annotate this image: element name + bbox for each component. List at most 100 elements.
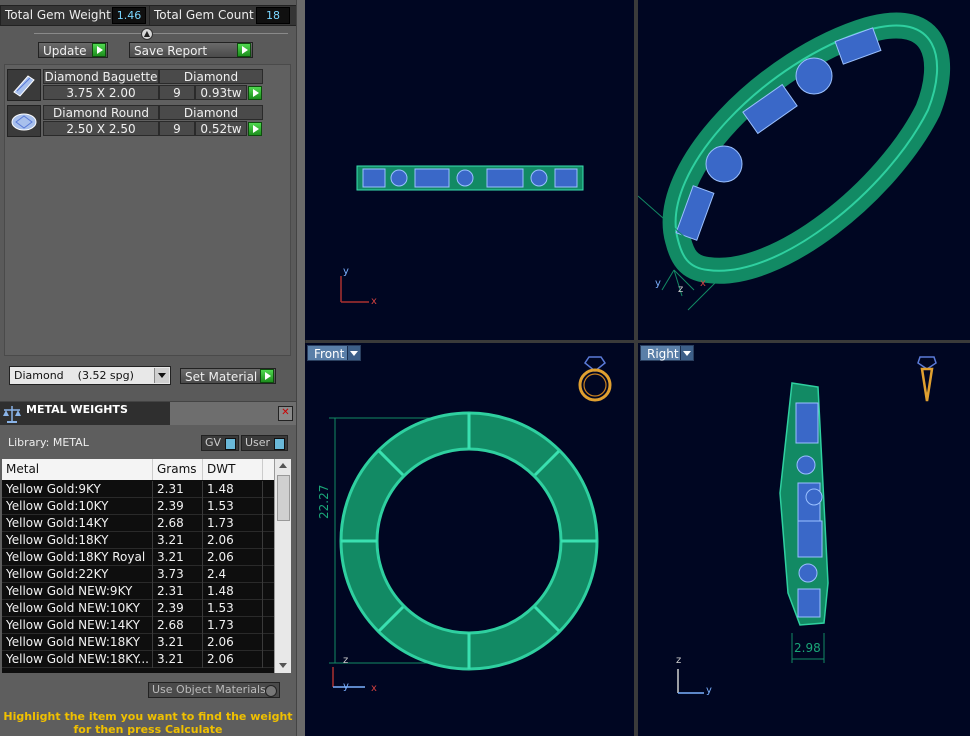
metal-cell: Yellow Gold:22KY [2, 566, 153, 583]
axis-z-label: z [676, 655, 682, 666]
table-header: Metal Grams DWT [2, 459, 274, 480]
table-row[interactable]: Yellow Gold NEW:18KY... 3.21 2.06 [2, 651, 274, 668]
gem-name: Diamond Baguette [43, 69, 159, 84]
grams-cell: 2.31 [153, 583, 203, 600]
scroll-down-icon[interactable] [275, 659, 291, 673]
grams-cell: 3.73 [153, 566, 203, 583]
close-icon[interactable]: ✕ [278, 406, 293, 421]
metal-cell: Yellow Gold:9KY [2, 481, 153, 498]
set-material-play-icon[interactable] [260, 369, 274, 383]
table-scrollbar[interactable] [274, 459, 291, 673]
axis-x-label: x [700, 278, 706, 289]
gem-size: 3.75 X 2.00 [43, 85, 159, 100]
table-row[interactable]: Yellow Gold:22KY 3.73 2.4 [2, 566, 274, 583]
gem-material: Diamond [159, 105, 263, 120]
gem-detail-play-icon[interactable] [248, 122, 262, 136]
table-row[interactable]: Yellow Gold NEW:18KY 3.21 2.06 [2, 634, 274, 651]
save-report-button[interactable]: Save Report [129, 42, 253, 58]
viewport-front[interactable]: Front 22.27 z y x [305, 343, 634, 736]
metal-weights-title: METAL WEIGHTS [26, 403, 128, 416]
metal-table: Metal Grams DWT Yellow Gold:9KY 2.31 1.48 Y… [2, 459, 274, 673]
metal-cell: Yellow Gold NEW:18KY... [2, 651, 153, 668]
axis-y-label: y [706, 685, 712, 696]
front-dimension-label: 22.27 [317, 484, 331, 519]
panel-slider-track [34, 33, 288, 34]
table-row[interactable]: Yellow Gold NEW:10KY 2.39 1.53 [2, 600, 274, 617]
right-view-dropdown[interactable]: Right [640, 345, 694, 361]
gem-panel: Total Gem Weight 1.46 Total Gem Count 18… [0, 0, 296, 736]
dwt-cell: 2.06 [203, 532, 263, 549]
table-row[interactable]: Yellow Gold:18KY 3.21 2.06 [2, 532, 274, 549]
grams-cell: 2.68 [153, 617, 203, 634]
metal-cell: Yellow Gold NEW:9KY [2, 583, 153, 600]
chevron-down-icon[interactable] [154, 368, 169, 383]
column-header-metal[interactable]: Metal [2, 459, 153, 480]
metal-weights-tab[interactable]: METAL WEIGHTS [0, 402, 170, 426]
gv-toggle[interactable]: GV [201, 435, 239, 451]
table-row[interactable]: Yellow Gold:14KY 2.68 1.73 [2, 515, 274, 532]
table-row[interactable]: Yellow Gold:10KY 2.39 1.53 [2, 498, 274, 515]
grams-cell: 3.21 [153, 634, 203, 651]
round-gem-icon [7, 105, 41, 137]
column-header-dwt[interactable]: DWT [203, 459, 263, 480]
update-play-icon[interactable] [92, 43, 106, 57]
gem-count: 9 [159, 85, 195, 100]
metal-cell: Yellow Gold NEW:10KY [2, 600, 153, 617]
scroll-thumb[interactable] [277, 475, 290, 521]
dwt-cell: 1.48 [203, 583, 263, 600]
dwt-cell: 2.06 [203, 549, 263, 566]
axis-y-label: y [655, 278, 661, 289]
gem-list: Diamond Baguette Diamond 3.75 X 2.00 9 0… [4, 64, 291, 356]
save-report-play-icon[interactable] [237, 43, 251, 57]
material-select[interactable]: Diamond (3.52 spg) [9, 366, 171, 385]
ring-side-icon [917, 356, 937, 402]
baguette-gem-icon [7, 69, 41, 101]
user-toggle[interactable]: User [241, 435, 288, 451]
grams-cell: 2.68 [153, 515, 203, 532]
dwt-cell: 1.53 [203, 498, 263, 515]
front-view-dropdown[interactable]: Front [307, 345, 361, 361]
axis-y-label: y [343, 681, 349, 692]
table-row[interactable]: Yellow Gold:9KY 2.31 1.48 [2, 481, 274, 498]
viewport-right[interactable]: Right 2.98 z y [638, 343, 970, 736]
axis-z-label: z [678, 284, 684, 295]
chevron-down-icon[interactable] [347, 346, 360, 360]
grams-cell: 2.31 [153, 481, 203, 498]
use-object-materials-toggle[interactable]: Use Object Materials [148, 682, 280, 698]
table-row[interactable]: Yellow Gold:18KY Royal 3.21 2.06 [2, 549, 274, 566]
panel-slider-handle[interactable]: ▲ [141, 28, 153, 40]
gem-row[interactable]: Diamond Baguette Diamond 3.75 X 2.00 9 0… [7, 69, 263, 103]
table-row[interactable]: Yellow Gold NEW:9KY 2.31 1.48 [2, 583, 274, 600]
dwt-cell: 2.06 [203, 651, 263, 668]
axis-z-label: z [343, 655, 349, 666]
metal-cell: Yellow Gold:10KY [2, 498, 153, 515]
gem-row[interactable]: Diamond Round Diamond 2.50 X 2.50 9 0.52… [7, 105, 263, 139]
table-row[interactable]: Yellow Gold NEW:14KY 2.68 1.73 [2, 617, 274, 634]
metal-cell: Yellow Gold:14KY [2, 515, 153, 532]
metal-weights-header: METAL WEIGHTS ✕ [0, 401, 296, 426]
gem-count: 9 [159, 121, 195, 136]
viewport-top[interactable]: y x [305, 0, 634, 340]
dwt-cell: 1.48 [203, 481, 263, 498]
column-header-grams[interactable]: Grams [153, 459, 203, 480]
grams-cell: 3.21 [153, 651, 203, 668]
right-dimension-label: 2.98 [794, 641, 821, 655]
grams-cell: 2.39 [153, 498, 203, 515]
ring-front-icon [578, 356, 612, 402]
gem-weight: 0.52tw [195, 121, 247, 136]
dwt-cell: 1.53 [203, 600, 263, 617]
scale-icon [3, 406, 21, 423]
scroll-up-icon[interactable] [275, 459, 291, 473]
dwt-cell: 2.06 [203, 634, 263, 651]
metal-cell: Yellow Gold:18KY Royal [2, 549, 153, 566]
gem-detail-play-icon[interactable] [248, 86, 262, 100]
dwt-cell: 1.73 [203, 617, 263, 634]
viewport-perspective[interactable]: y z x [638, 0, 970, 340]
axis-x-label: x [371, 683, 377, 694]
metal-cell: Yellow Gold NEW:18KY [2, 634, 153, 651]
totals-bar: Total Gem Weight 1.46 Total Gem Count 18 [0, 5, 296, 26]
chevron-down-icon[interactable] [680, 346, 693, 360]
total-gem-weight-value: 1.46 [112, 7, 146, 24]
grams-cell: 3.21 [153, 549, 203, 566]
gem-weight: 0.93tw [195, 85, 247, 100]
